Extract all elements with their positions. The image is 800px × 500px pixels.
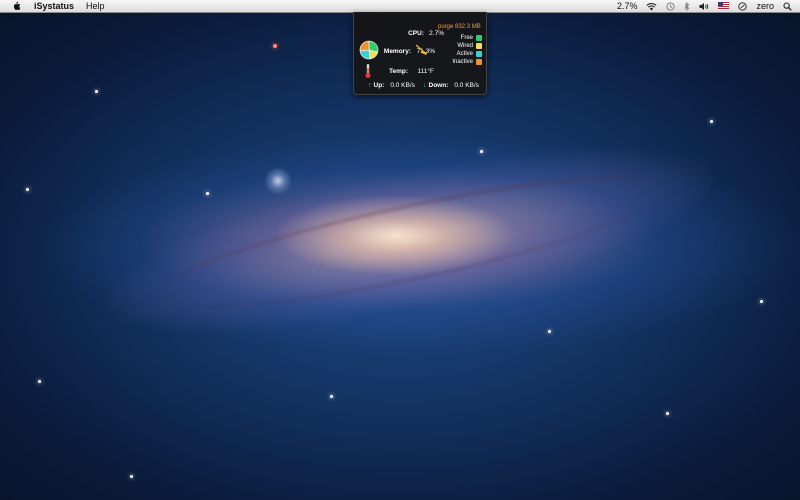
status-menus: 2.7% zero (617, 0, 792, 12)
star (760, 300, 763, 303)
legend-free: Free (461, 35, 482, 41)
upload-rate: ↑ Up: 0.0 KB/s (368, 82, 415, 89)
star (666, 412, 669, 415)
down-label: Down: (428, 82, 449, 89)
star (710, 120, 713, 123)
cpu-value: 2.7% (429, 30, 444, 37)
wifi-icon[interactable] (646, 2, 658, 11)
up-label: Up: (373, 82, 385, 89)
star (206, 192, 209, 195)
cpu-status-item[interactable]: 2.7% (617, 1, 638, 11)
star (480, 150, 483, 153)
broom-purge-icon[interactable] (415, 44, 429, 58)
star (273, 44, 277, 48)
legend-free-label: Free (460, 35, 473, 41)
download-rate: ↓ Down: 0.0 KB/s (423, 82, 479, 89)
temp-value: 111°F (417, 68, 434, 75)
star (38, 380, 41, 383)
bluetooth-icon[interactable] (684, 1, 690, 11)
memory-pie-chart (359, 40, 379, 62)
star (130, 475, 133, 478)
down-value: 0.0 KB/s (454, 82, 479, 89)
app-menu-name[interactable]: iSystatus (34, 1, 74, 11)
spotlight-search-icon[interactable] (783, 1, 792, 11)
legend-free-swatch (476, 35, 482, 41)
legend-wired-label: Wired (457, 43, 473, 49)
star (95, 90, 98, 93)
legend-inactive-label: Inactive (452, 59, 473, 65)
pie-slice-active (359, 49, 371, 60)
star (330, 395, 333, 398)
legend-wired-swatch (476, 43, 482, 49)
volume-icon[interactable] (699, 2, 709, 11)
star (548, 330, 551, 333)
purge-memory-button[interactable]: purge 832.3 MB (438, 24, 481, 30)
down-arrow-icon: ↓ (423, 82, 427, 89)
legend-wired: Wired (457, 43, 482, 49)
legend-inactive-swatch (476, 59, 482, 65)
legend-active: Active (457, 51, 482, 57)
us-flag-input-icon[interactable] (718, 2, 730, 10)
legend-active-label: Active (456, 51, 473, 57)
up-arrow-icon: ↑ (368, 82, 372, 89)
thermometer-icon (364, 63, 372, 81)
user-name-menu[interactable]: zero (756, 1, 774, 11)
isystatus-panel: purge 832.3 MB CPU: 2.7% Memory: 71.3% F… (353, 12, 487, 95)
up-value: 0.0 KB/s (390, 82, 415, 89)
legend-inactive: Inactive (452, 59, 482, 65)
clock-icon[interactable] (738, 1, 748, 11)
pie-slice-inactive (359, 40, 370, 52)
menu-help[interactable]: Help (86, 1, 105, 11)
star (26, 188, 29, 191)
time-machine-icon[interactable] (666, 1, 676, 11)
legend-active-swatch (476, 51, 482, 57)
apple-menu-icon[interactable] (12, 1, 22, 11)
